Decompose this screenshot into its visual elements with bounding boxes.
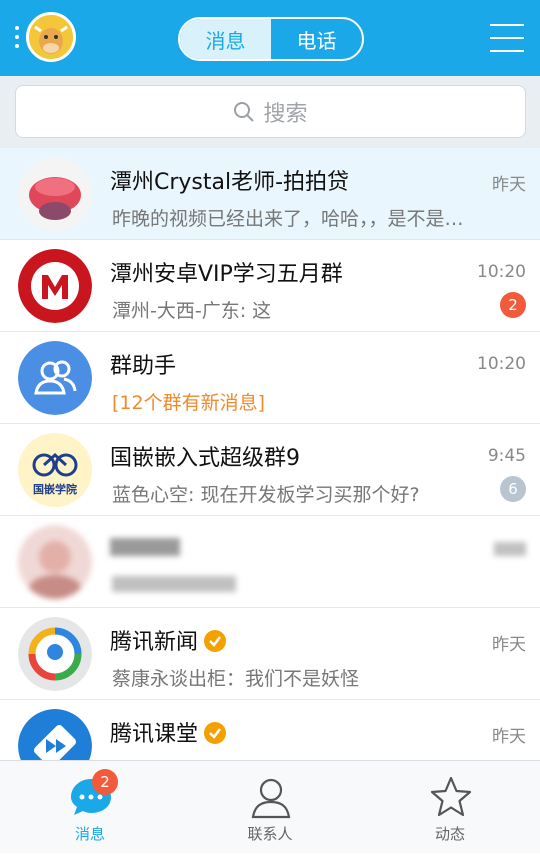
conversation-preview: 蓝色心空: 现在开发板学习买那个好? [112, 484, 420, 506]
top-bar: 消息 电话 [0, 0, 540, 76]
group-helper-icon [18, 341, 92, 415]
conversation-row[interactable]: 国嵌学院 国嵌嵌入式超级群9 蓝色心空: 现在开发板学习买那个好? 9:45 6 [0, 424, 540, 516]
avatar [18, 157, 92, 231]
conversation-time: 9:45 [487, 446, 526, 466]
more-dots-icon[interactable] [14, 26, 20, 52]
tab-label: 动态 [434, 825, 465, 843]
tab-label: 消息 [74, 825, 105, 843]
avatar: 国嵌学院 [18, 433, 92, 507]
conversation-row[interactable]: 腾讯课堂 昨天 [0, 700, 540, 760]
star-icon [430, 776, 472, 817]
conversation-title: 国嵌嵌入式超级群9 [110, 446, 300, 471]
avatar [18, 249, 92, 323]
search-icon [234, 101, 255, 122]
verified-icon [204, 630, 227, 652]
conversation-preview: 潭州-大西-广东: 这 [112, 300, 272, 322]
conversation-title: 腾讯新闻 [110, 624, 227, 656]
conversation-row[interactable]: 群助手 [12个群有新消息] 10:20 [0, 332, 540, 424]
tab-messages[interactable]: 消息 [180, 19, 271, 59]
tencent-news-logo [18, 617, 92, 691]
conversation-title: 潭州安卓VIP学习五月群 [110, 262, 343, 287]
blurred-title [110, 538, 180, 556]
avatar [18, 341, 92, 415]
avatar [18, 525, 92, 599]
tab-activity[interactable]: 动态 [360, 761, 540, 854]
person-icon [251, 778, 291, 819]
avatar-caption: 国嵌学院 [33, 483, 77, 496]
conversation-time: 昨天 [492, 727, 526, 747]
conversation-row[interactable]: 潭州安卓VIP学习五月群 潭州-大西-广东: 这 10:20 2 [0, 240, 540, 332]
conversation-time: 10:20 [477, 262, 526, 282]
menu-icon[interactable] [490, 24, 524, 52]
verified-icon [204, 722, 227, 744]
conversation-time: 昨天 [492, 175, 526, 195]
conversation-title-text: 腾讯新闻 [110, 630, 199, 655]
search-input[interactable]: 搜索 [15, 85, 526, 138]
conversation-title: 群助手 [110, 354, 177, 379]
conversation-row[interactable] [0, 516, 540, 608]
tab-contacts[interactable]: 联系人 [180, 761, 360, 854]
conversation-list: 潭州Crystal老师-拍拍贷 昨晚的视频已经出来了，哈哈，，是不是… 昨天 潭… [0, 148, 540, 760]
blurred-preview [112, 576, 236, 592]
tab-unread-badge: 2 [92, 769, 118, 795]
avatar [18, 709, 92, 760]
unread-badge: 6 [500, 476, 526, 502]
my-avatar[interactable] [26, 12, 76, 62]
search-placeholder: 搜索 [263, 101, 308, 127]
avatar [18, 617, 92, 691]
conversation-time: 10:20 [477, 354, 526, 374]
conversation-title-text: 腾讯课堂 [110, 722, 199, 747]
conversation-title: 潭州Crystal老师-拍拍贷 [110, 170, 350, 195]
unread-badge: 2 [500, 292, 526, 318]
tab-messages-bottom[interactable]: 2 消息 [0, 761, 180, 854]
conversation-row[interactable]: 腾讯新闻 蔡康永谈出柜：我们不是妖怪 昨天 [0, 608, 540, 700]
segment-control: 消息 电话 [178, 17, 364, 61]
tencent-classroom-logo [18, 709, 92, 760]
tab-calls[interactable]: 电话 [271, 19, 362, 59]
conversation-time: 昨天 [492, 635, 526, 655]
conversation-preview: [12个群有新消息] [112, 392, 266, 414]
conversation-row[interactable]: 潭州Crystal老师-拍拍贷 昨晚的视频已经出来了，哈哈，，是不是… 昨天 [0, 148, 540, 240]
bottom-tab-bar: 2 消息 联系人 动态 [0, 760, 540, 853]
conversation-title: 腾讯课堂 [110, 716, 227, 748]
search-area: 搜索 [0, 76, 540, 148]
blurred-time [494, 542, 526, 556]
conversation-preview: 蔡康永谈出柜：我们不是妖怪 [112, 668, 360, 690]
conversation-preview: 昨晚的视频已经出来了，哈哈，，是不是… [112, 208, 464, 230]
tab-label: 联系人 [247, 825, 293, 843]
